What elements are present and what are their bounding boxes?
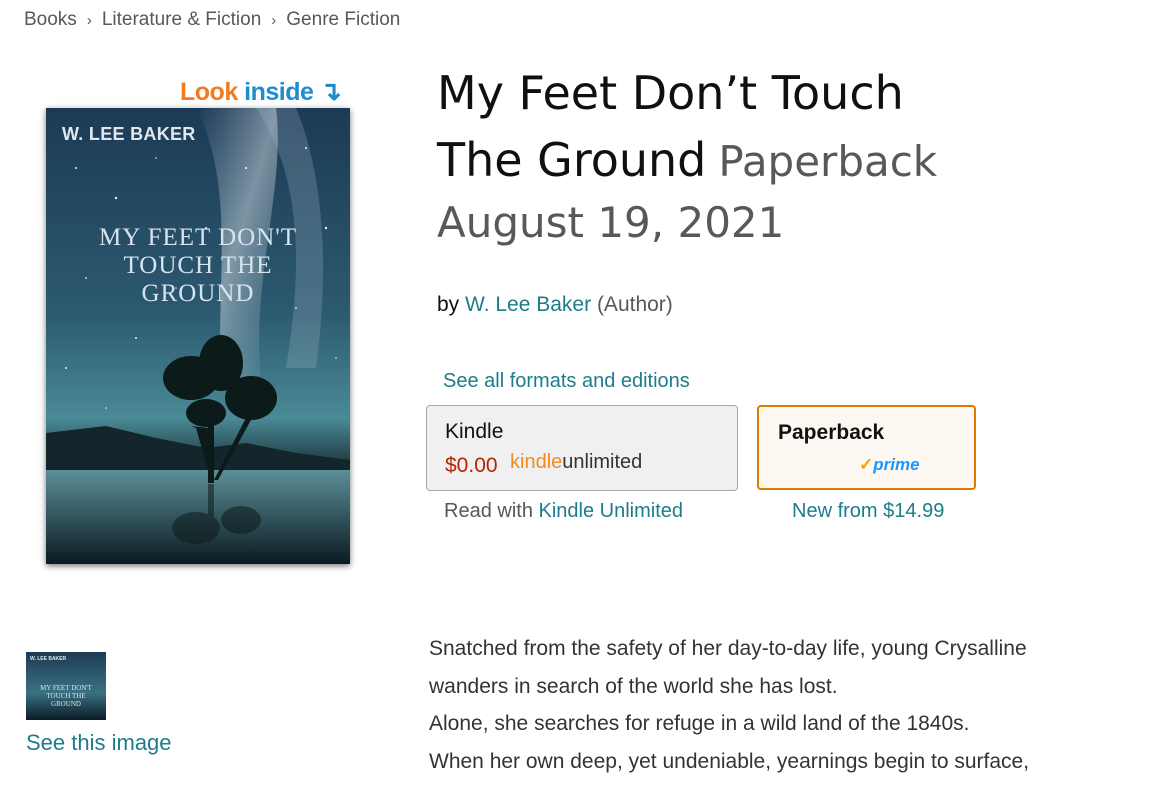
new-from-price-link[interactable]: New from $14.99 (792, 500, 944, 523)
kindle-format-name: Kindle (445, 420, 504, 443)
see-all-formats-link[interactable]: See all formats and editions (443, 370, 690, 393)
description-line: Alone, she searches for refuge in a wild… (429, 712, 970, 735)
look-inside-arrow-icon: ↴ (319, 76, 342, 106)
new-from-price: $14.99 (883, 500, 945, 522)
author-link[interactable]: W. Lee Baker (465, 293, 591, 316)
product-title-line-1: My Feet Don’t Touch (437, 66, 904, 120)
description-line: When her own deep, yet undeniable, yearn… (429, 749, 1030, 773)
read-with-kindle-unlimited: Read with Kindle Unlimited (444, 500, 684, 522)
description-line: wanders in search of the world she has l… (429, 674, 838, 698)
see-this-image-link[interactable]: See this image (26, 730, 172, 756)
paperback-format-option[interactable]: Paperback ✓prime (757, 405, 976, 490)
look-inside-look-text: Look (180, 78, 238, 106)
book-cover-image[interactable]: W. LEE BAKER MY FEET DON'T TOUCH THE GRO… (46, 108, 350, 564)
look-inside-inside-text: inside (244, 78, 314, 106)
kindle-unlimited-logo: kindleunlimited (510, 451, 643, 473)
author-role: (Author) (596, 293, 673, 316)
paperback-format-name: Paperback (778, 421, 885, 444)
prime-badge: ✓prime (859, 455, 920, 474)
thumbnail-title-text: MY FEET DON'T TOUCH THE GROUND (40, 684, 92, 708)
byline-by: by (437, 293, 460, 316)
product-title-text: The Ground (437, 133, 707, 187)
product-title-line-2: The Ground Paperback (437, 133, 937, 187)
breadcrumb-separator-icon: › (271, 11, 277, 29)
byline: by W. Lee Baker (Author) (437, 293, 673, 317)
cover-artwork (46, 108, 350, 564)
cover-thumbnail[interactable]: W. LEE BAKER MY FEET DON'T TOUCH THE GRO… (26, 652, 106, 720)
breadcrumb-genre-fiction[interactable]: Genre Fiction (286, 9, 400, 31)
kindle-price: $0.00 (445, 454, 498, 477)
thumbnail-author-text: W. LEE BAKER (30, 656, 67, 662)
prime-check-icon: ✓ (859, 455, 874, 474)
book-description: Snatched from the safety of her day-to-d… (429, 630, 1149, 780)
breadcrumb: Books › Literature & Fiction › Genre Fic… (24, 9, 400, 31)
cover-author-text: W. LEE BAKER (62, 124, 196, 144)
cover-title-text: MY FEET DON'T TOUCH THE GROUND (98, 224, 298, 307)
publication-date: August 19, 2021 (437, 198, 785, 247)
kindle-unlimited-link[interactable]: Kindle Unlimited (539, 500, 684, 522)
breadcrumb-separator-icon: › (86, 11, 92, 29)
kindle-format-option[interactable]: Kindle $0.00 kindleunlimited (426, 405, 738, 491)
breadcrumb-books[interactable]: Books (24, 9, 77, 31)
description-line: Snatched from the safety of her day-to-d… (429, 637, 1027, 660)
look-inside-button[interactable]: Look inside ↴ (180, 76, 342, 107)
product-format-label: Paperback (718, 137, 938, 186)
breadcrumb-literature-fiction[interactable]: Literature & Fiction (102, 9, 261, 31)
